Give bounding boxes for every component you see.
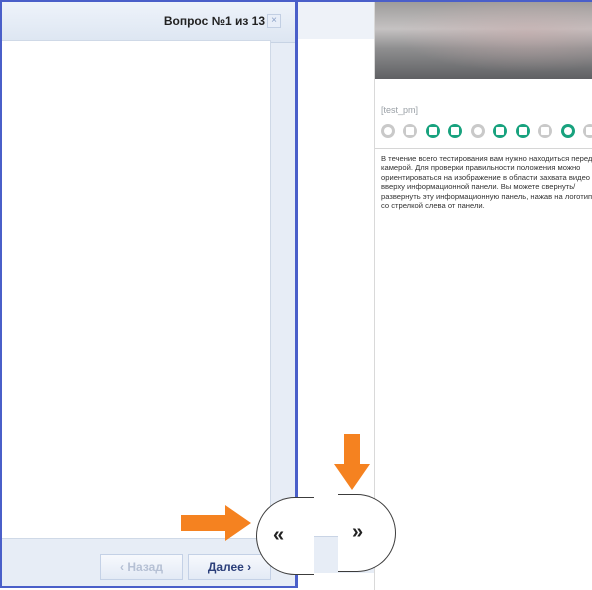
status-icon-1 bbox=[381, 124, 395, 138]
webcam-preview bbox=[375, 2, 592, 79]
question-header: Вопрос №1 из 13 × bbox=[2, 2, 295, 43]
next-button[interactable]: Далее › bbox=[188, 554, 271, 580]
instructions-text: В течение всего тестирования вам нужно н… bbox=[381, 154, 592, 211]
double-chevron-right-icon: » bbox=[352, 521, 364, 543]
status-icon-3 bbox=[425, 124, 440, 138]
double-chevron-left-icon: « bbox=[273, 524, 285, 546]
status-icon-7 bbox=[515, 124, 530, 138]
status-icon-4 bbox=[448, 124, 463, 138]
question-content-area bbox=[2, 40, 271, 539]
arrow-down-annotation-icon bbox=[334, 434, 370, 490]
close-icon[interactable]: × bbox=[267, 14, 281, 28]
status-icon-5 bbox=[470, 124, 485, 138]
question-panel: Вопрос №1 из 13 × ‹ Назад Далее › bbox=[0, 0, 297, 588]
status-icon-8 bbox=[538, 124, 553, 138]
question-counter: Вопрос №1 из 13 bbox=[163, 14, 265, 28]
status-icon-10 bbox=[583, 124, 592, 138]
arrow-right-annotation-icon bbox=[181, 505, 251, 541]
status-icon-9 bbox=[560, 124, 575, 138]
status-icon-6 bbox=[493, 124, 508, 138]
divider bbox=[375, 148, 592, 149]
info-panel: [test_pm] В течение всего тестирования в… bbox=[374, 2, 592, 590]
question-header-strip bbox=[298, 2, 374, 40]
question-footer: ‹ Назад Далее › bbox=[2, 548, 295, 590]
username-label: [test_pm] bbox=[381, 105, 419, 115]
status-icons-row bbox=[381, 124, 592, 142]
back-button[interactable]: ‹ Назад bbox=[100, 554, 183, 580]
status-icon-2 bbox=[403, 124, 418, 138]
